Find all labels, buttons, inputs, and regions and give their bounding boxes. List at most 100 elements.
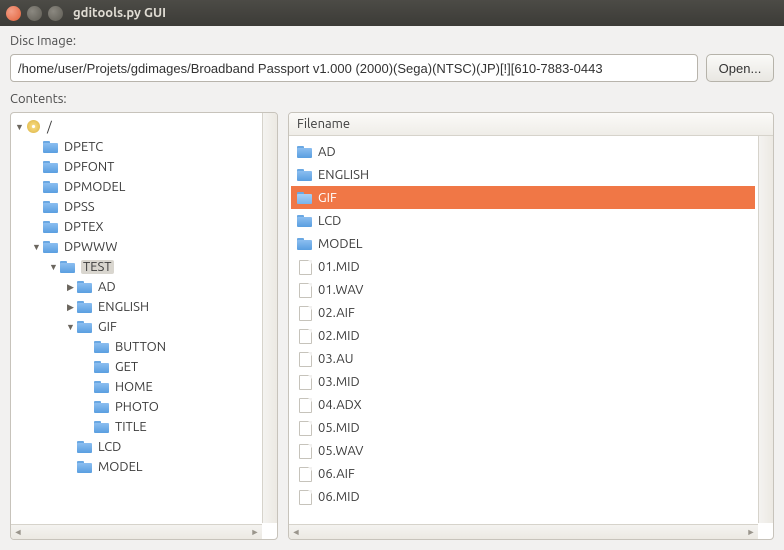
file-name: MODEL	[318, 237, 362, 251]
expander-icon[interactable]	[81, 382, 94, 392]
filelist-header[interactable]: Filename	[289, 113, 773, 136]
tree-horizontal-scrollbar[interactable]: ◄ ►	[11, 524, 262, 539]
tree-node[interactable]: HOME	[13, 377, 259, 397]
file-row[interactable]: 05.WAV	[291, 439, 755, 462]
expander-icon[interactable]: ▼	[30, 242, 43, 252]
scroll-left-icon[interactable]: ◄	[11, 525, 25, 539]
scroll-right-icon[interactable]: ►	[744, 525, 758, 539]
file-row[interactable]: 06.MID	[291, 485, 755, 508]
expander-icon[interactable]: ▶	[64, 282, 77, 293]
file-icon	[297, 260, 313, 274]
file-icon	[297, 306, 313, 320]
tree-node[interactable]: DPETC	[13, 137, 259, 157]
tree-node-label: /	[47, 120, 52, 134]
tree-vertical-scrollbar[interactable]	[262, 113, 277, 523]
tree-node[interactable]: DPFONT	[13, 157, 259, 177]
file-name: 02.AIF	[318, 306, 355, 320]
folder-icon	[297, 214, 313, 228]
minimize-icon[interactable]	[27, 6, 42, 21]
disc-image-path-input[interactable]	[10, 54, 698, 82]
expander-icon[interactable]	[30, 162, 43, 172]
file-row[interactable]: 06.AIF	[291, 462, 755, 485]
file-row[interactable]: GIF	[291, 186, 755, 209]
tree-node-label: BUTTON	[115, 340, 166, 354]
tree-root[interactable]: ▼/	[13, 117, 259, 137]
file-list[interactable]: ADENGLISHGIFLCD MODEL 01.MID01.WAV 02.AIF 02…	[289, 136, 757, 523]
expander-icon[interactable]	[30, 222, 43, 232]
folder-icon	[94, 380, 110, 394]
expander-icon[interactable]	[81, 422, 94, 432]
expander-icon[interactable]: ▼	[64, 322, 77, 332]
file-row[interactable]: 01.WAV	[291, 278, 755, 301]
tree-node-label: DPSS	[64, 200, 95, 214]
file-name: 06.MID	[318, 490, 360, 504]
filelist-horizontal-scrollbar[interactable]: ◄ ►	[289, 524, 758, 539]
expander-icon[interactable]	[64, 462, 77, 472]
scroll-left-icon[interactable]: ◄	[289, 525, 303, 539]
tree-node[interactable]: ▶ENGLISH	[13, 297, 259, 317]
file-row[interactable]: 03.AU	[291, 347, 755, 370]
expander-icon[interactable]	[81, 362, 94, 372]
file-icon	[297, 444, 313, 458]
file-row[interactable]: AD	[291, 140, 755, 163]
expander-icon[interactable]	[81, 342, 94, 352]
expander-icon[interactable]: ▶	[64, 302, 77, 313]
folder-icon	[94, 360, 110, 374]
file-name: 06.AIF	[318, 467, 355, 481]
tree-node[interactable]: DPSS	[13, 197, 259, 217]
filelist-pane: Filename ADENGLISHGIFLCD MODEL 01.MID01.WA…	[288, 112, 774, 540]
expander-icon[interactable]	[30, 202, 43, 212]
folder-icon	[77, 440, 93, 454]
tree-node-label: GET	[115, 360, 138, 374]
tree-node[interactable]: PHOTO	[13, 397, 259, 417]
expander-icon[interactable]	[30, 142, 43, 152]
tree-node[interactable]: ▼DPWWW	[13, 237, 259, 257]
tree-node[interactable]: ▼ GIF	[13, 317, 259, 337]
folder-icon	[297, 168, 313, 182]
folder-icon	[94, 400, 110, 414]
expander-icon[interactable]: ▼	[13, 122, 26, 132]
tree-node[interactable]: TITLE	[13, 417, 259, 437]
file-row[interactable]: 03.MID	[291, 370, 755, 393]
tree-node[interactable]: GET	[13, 357, 259, 377]
open-button[interactable]: Open...	[706, 54, 774, 82]
tree-node-label: GIF	[98, 320, 117, 334]
folder-icon	[43, 240, 59, 254]
tree-node[interactable]: LCD	[13, 437, 259, 457]
expander-icon[interactable]	[64, 442, 77, 452]
folder-icon	[60, 260, 76, 274]
file-name: 04.ADX	[318, 398, 362, 412]
tree-node[interactable]: ▼ TEST	[13, 257, 259, 277]
file-icon	[297, 467, 313, 481]
folder-icon	[77, 300, 93, 314]
expander-icon[interactable]: ▼	[47, 262, 60, 272]
file-row[interactable]: 02.AIF	[291, 301, 755, 324]
folder-icon	[297, 191, 313, 205]
file-icon	[297, 283, 313, 297]
expander-icon[interactable]	[30, 182, 43, 192]
file-row[interactable]: 01.MID	[291, 255, 755, 278]
file-row[interactable]: 05.MID	[291, 416, 755, 439]
tree-node[interactable]: ▶AD	[13, 277, 259, 297]
tree-node-label: PHOTO	[115, 400, 159, 414]
tree-node-label: TEST	[81, 260, 114, 274]
maximize-icon[interactable]	[48, 6, 63, 21]
folder-tree[interactable]: ▼/ DPETC DPFONT DPMODEL DPSS DPTEX▼DPWWW…	[11, 113, 261, 523]
tree-node[interactable]: DPTEX	[13, 217, 259, 237]
expander-icon[interactable]	[81, 402, 94, 412]
tree-node[interactable]: DPMODEL	[13, 177, 259, 197]
file-row[interactable]: MODEL	[291, 232, 755, 255]
tree-node[interactable]: MODEL	[13, 457, 259, 477]
filelist-vertical-scrollbar[interactable]	[758, 136, 773, 523]
folder-icon	[43, 200, 59, 214]
file-row[interactable]: 04.ADX	[291, 393, 755, 416]
file-row[interactable]: ENGLISH	[291, 163, 755, 186]
file-row[interactable]: LCD	[291, 209, 755, 232]
tree-node[interactable]: BUTTON	[13, 337, 259, 357]
folder-icon	[94, 420, 110, 434]
close-icon[interactable]	[6, 6, 21, 21]
folder-icon	[77, 320, 93, 334]
tree-node-label: HOME	[115, 380, 153, 394]
file-row[interactable]: 02.MID	[291, 324, 755, 347]
scroll-right-icon[interactable]: ►	[248, 525, 262, 539]
